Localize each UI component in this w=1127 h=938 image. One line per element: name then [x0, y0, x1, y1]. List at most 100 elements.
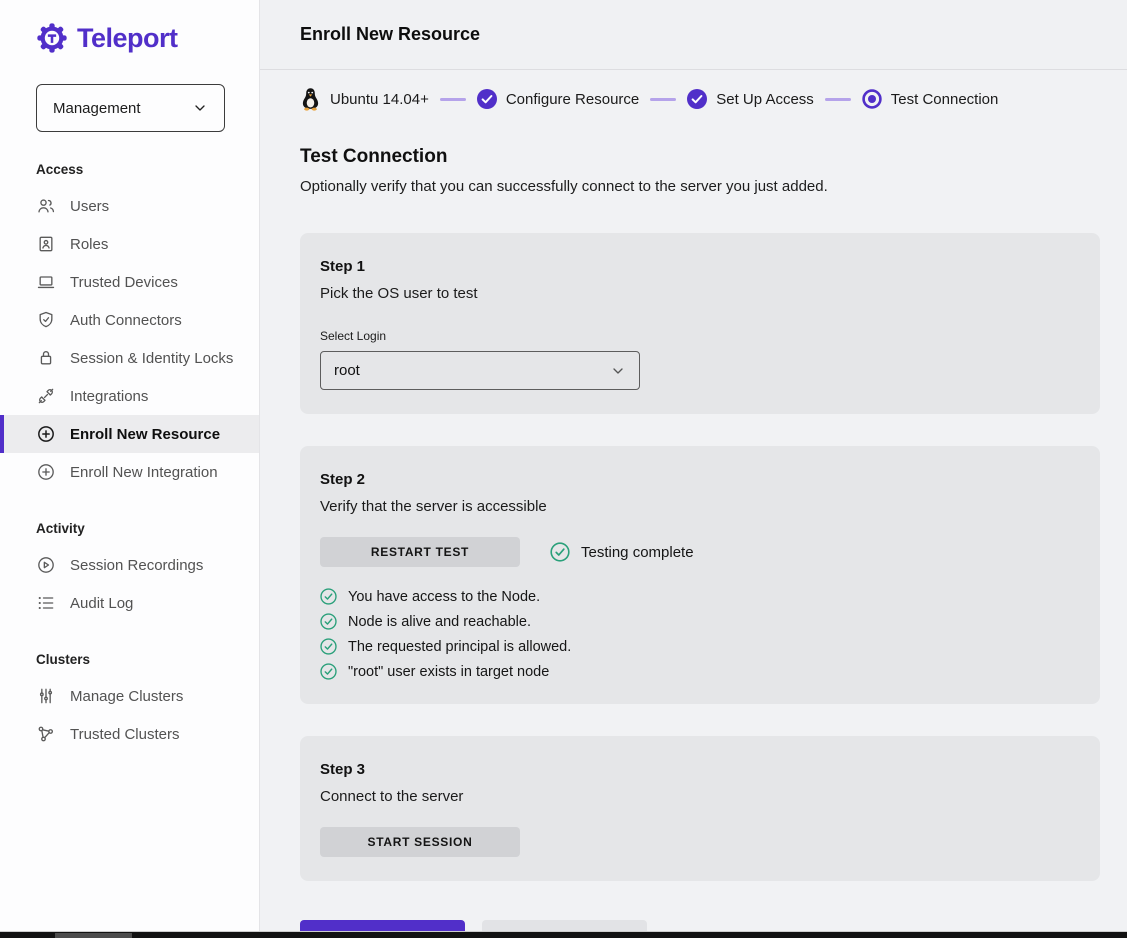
- success-check-icon: [320, 613, 337, 630]
- sidebar: Teleport Management Access Users Roles: [0, 0, 260, 938]
- roles-badge-icon: [36, 234, 56, 254]
- brand-name: Teleport: [77, 23, 178, 54]
- plug-icon: [36, 386, 56, 406]
- sidebar-section-clusters: Clusters Manage Clusters Trusted Cluster…: [0, 652, 259, 753]
- plus-circle-icon: [36, 462, 56, 482]
- list-icon: [36, 593, 56, 613]
- stepper-step-set-up-access: Set Up Access: [687, 89, 814, 109]
- login-select-dropdown[interactable]: root: [320, 351, 640, 390]
- content-title: Test Connection: [300, 146, 1100, 168]
- step3-card: Step 3 Connect to the server START SESSI…: [300, 736, 1100, 881]
- content-subtitle: Optionally verify that you can successfu…: [300, 178, 1100, 195]
- stepper-step-label: Configure Resource: [506, 91, 639, 108]
- check-item: The requested principal is allowed.: [320, 638, 1080, 655]
- stepper-separator: [825, 98, 851, 101]
- step3-title: Step 3: [320, 761, 1080, 778]
- stepper-separator: [440, 98, 466, 101]
- network-icon: [36, 724, 56, 744]
- sidebar-item-label: Auth Connectors: [70, 312, 182, 329]
- restart-test-button[interactable]: RESTART TEST: [320, 537, 520, 567]
- step1-card: Step 1 Pick the OS user to test Select L…: [300, 233, 1100, 414]
- success-check-icon: [550, 542, 570, 562]
- sliders-icon: [36, 686, 56, 706]
- teleport-logo[interactable]: Teleport: [0, 22, 259, 54]
- step1-description: Pick the OS user to test: [320, 285, 1080, 302]
- content-area: Test Connection Optionally verify that y…: [260, 124, 1127, 938]
- stepper-step-label: Set Up Access: [716, 91, 814, 108]
- section-label: Activity: [0, 521, 259, 536]
- check-item: Node is alive and reachable.: [320, 613, 1080, 630]
- step2-title: Step 2: [320, 471, 1080, 488]
- test-status: Testing complete: [550, 542, 694, 562]
- check-item-text: Node is alive and reachable.: [348, 614, 531, 630]
- chevron-down-icon: [192, 100, 208, 116]
- stepper-step-configure-resource: Configure Resource: [477, 89, 639, 109]
- laptop-icon: [36, 272, 56, 292]
- sidebar-item-users[interactable]: Users: [0, 187, 259, 225]
- step-complete-check-icon: [477, 89, 497, 109]
- sidebar-item-label: Session Recordings: [70, 557, 203, 574]
- check-item-text: "root" user exists in target node: [348, 664, 549, 680]
- lock-icon: [36, 348, 56, 368]
- test-check-list: You have access to the Node. Node is ali…: [320, 588, 1080, 680]
- sidebar-item-manage-clusters[interactable]: Manage Clusters: [0, 677, 259, 715]
- sidebar-item-label: Trusted Devices: [70, 274, 178, 291]
- step1-title: Step 1: [320, 258, 1080, 275]
- step3-description: Connect to the server: [320, 788, 1080, 805]
- page-header: Enroll New Resource: [260, 0, 1127, 70]
- enroll-stepper: Ubuntu 14.04+ Configure Resource Set Up …: [260, 70, 1127, 124]
- sidebar-item-session-recordings[interactable]: Session Recordings: [0, 546, 259, 584]
- play-circle-icon: [36, 555, 56, 575]
- success-check-icon: [320, 638, 337, 655]
- horizontal-scrollbar[interactable]: [0, 931, 1127, 938]
- main-pane: Enroll New Resource Ubuntu 14.04+: [260, 0, 1127, 938]
- sidebar-section-access: Access Users Roles Trusted Devices: [0, 162, 259, 491]
- plus-circle-icon: [36, 424, 56, 444]
- sidebar-item-label: Enroll New Integration: [70, 464, 218, 481]
- page-title: Enroll New Resource: [300, 24, 480, 45]
- step2-card: Step 2 Verify that the server is accessi…: [300, 446, 1100, 704]
- test-status-text: Testing complete: [581, 544, 694, 561]
- mode-selector-dropdown[interactable]: Management: [36, 84, 225, 132]
- select-login-label: Select Login: [320, 329, 1080, 343]
- sidebar-item-label: Trusted Clusters: [70, 726, 179, 743]
- sidebar-item-session-identity-locks[interactable]: Session & Identity Locks: [0, 339, 259, 377]
- stepper-separator: [650, 98, 676, 101]
- section-label: Clusters: [0, 652, 259, 667]
- stepper-resource: Ubuntu 14.04+: [300, 87, 429, 111]
- sidebar-item-label: Audit Log: [70, 595, 133, 612]
- sidebar-item-audit-log[interactable]: Audit Log: [0, 584, 259, 622]
- sidebar-item-label: Integrations: [70, 388, 148, 405]
- sidebar-item-roles[interactable]: Roles: [0, 225, 259, 263]
- sidebar-item-label: Roles: [70, 236, 108, 253]
- check-item-text: The requested principal is allowed.: [348, 639, 571, 655]
- step2-description: Verify that the server is accessible: [320, 498, 1080, 515]
- start-session-button[interactable]: START SESSION: [320, 827, 520, 857]
- sidebar-item-label: Manage Clusters: [70, 688, 183, 705]
- users-icon: [36, 196, 56, 216]
- mode-selector-value: Management: [53, 100, 141, 117]
- success-check-icon: [320, 588, 337, 605]
- step-active-radio-icon: [862, 89, 882, 109]
- sidebar-item-label: Users: [70, 198, 109, 215]
- check-item-text: You have access to the Node.: [348, 589, 540, 605]
- sidebar-item-integrations[interactable]: Integrations: [0, 377, 259, 415]
- login-select-value: root: [334, 362, 360, 379]
- stepper-resource-label: Ubuntu 14.04+: [330, 91, 429, 108]
- linux-penguin-icon: [300, 87, 321, 111]
- sidebar-item-enroll-new-resource[interactable]: Enroll New Resource: [0, 415, 259, 453]
- scrollbar-thumb[interactable]: [55, 933, 132, 938]
- sidebar-item-enroll-new-integration[interactable]: Enroll New Integration: [0, 453, 259, 491]
- step-complete-check-icon: [687, 89, 707, 109]
- check-item: "root" user exists in target node: [320, 663, 1080, 680]
- shield-check-icon: [36, 310, 56, 330]
- sidebar-item-trusted-clusters[interactable]: Trusted Clusters: [0, 715, 259, 753]
- sidebar-item-auth-connectors[interactable]: Auth Connectors: [0, 301, 259, 339]
- success-check-icon: [320, 663, 337, 680]
- check-item: You have access to the Node.: [320, 588, 1080, 605]
- app-window: Teleport Management Access Users Roles: [0, 0, 1127, 938]
- sidebar-item-trusted-devices[interactable]: Trusted Devices: [0, 263, 259, 301]
- section-label: Access: [0, 162, 259, 177]
- sidebar-section-activity: Activity Session Recordings Audit Log: [0, 521, 259, 622]
- stepper-step-test-connection: Test Connection: [862, 89, 999, 109]
